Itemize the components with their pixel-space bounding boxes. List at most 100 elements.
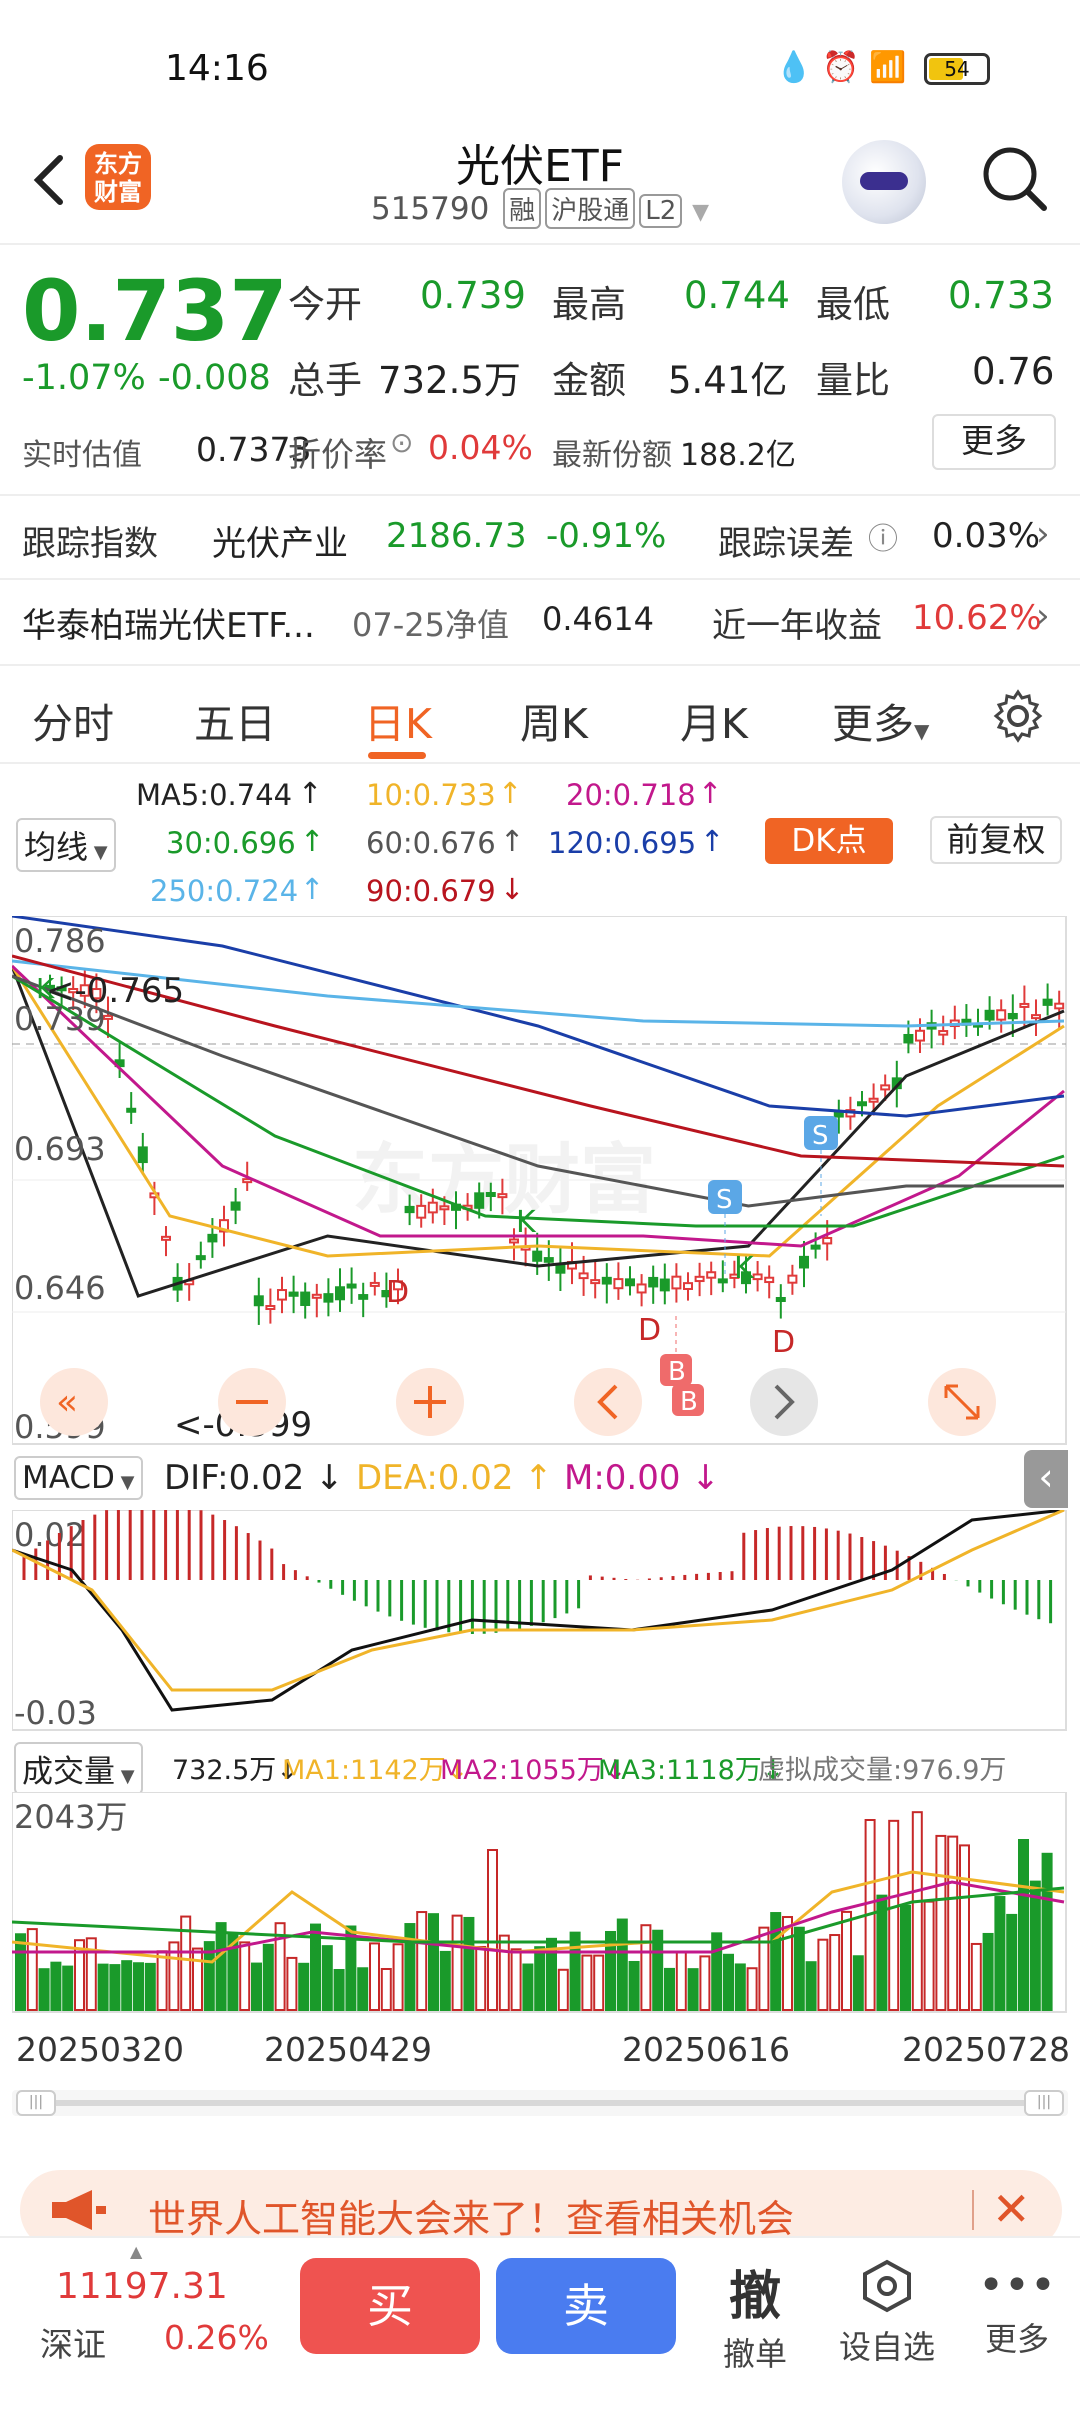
candle-body — [775, 1296, 786, 1302]
volume-label: 总手 — [288, 359, 362, 402]
cancel-icon: 撤 — [728, 2267, 781, 2327]
range-right-handle[interactable]: ||| — [1024, 2090, 1064, 2116]
candle-body — [427, 1201, 438, 1214]
caret-down-icon: ▼ — [914, 719, 930, 743]
ma10-value: 10:0.733 — [366, 778, 496, 812]
volume-bar — [475, 1945, 487, 2011]
fund-name[interactable]: 华泰柏瑞光伏ETF... — [22, 598, 315, 647]
chevron-right-icon[interactable]: › — [1036, 596, 1050, 636]
scroll-left-button[interactable] — [574, 1368, 642, 1436]
candle-body — [984, 1009, 995, 1021]
add-watchlist-button[interactable]: 设自选 — [832, 2258, 942, 2368]
ma-dropdown[interactable]: 均线 ▼ — [16, 818, 116, 872]
tag-margin: 融 — [503, 188, 542, 229]
volume-bar — [581, 1954, 593, 2011]
volume-bar — [1041, 1852, 1053, 2011]
chevron-down-icon[interactable]: ▼ — [692, 200, 709, 225]
tab-weekly-k[interactable]: 周K — [520, 690, 588, 750]
volume-bar — [687, 1968, 699, 2011]
signal-s: S — [812, 1121, 829, 1151]
more-button[interactable]: 更多 — [932, 414, 1056, 470]
sell-button[interactable]: 卖 — [496, 2258, 676, 2354]
caret-down-icon: ▼ — [88, 842, 108, 863]
tab-five-day[interactable]: 五日 — [194, 690, 276, 750]
volume-chart[interactable]: 2043万 — [12, 1792, 1068, 2014]
tab-more[interactable]: 更多▼ — [832, 690, 929, 750]
candle-body — [613, 1278, 624, 1290]
tab-intraday[interactable]: 分时 — [32, 690, 114, 750]
candle-body — [601, 1276, 612, 1285]
candle-body — [764, 1276, 775, 1284]
candle-body — [265, 1305, 276, 1311]
assistant-robot-icon[interactable] — [842, 140, 926, 224]
macd-chart[interactable]: 0.02 -0.03 — [12, 1510, 1068, 1732]
tab-daily-k[interactable]: 日K — [364, 690, 432, 750]
last-price: 0.737 — [22, 262, 288, 360]
buy-button[interactable]: 买 — [300, 2258, 480, 2354]
index-value[interactable]: 11197.31 — [56, 2266, 228, 2307]
candle-body — [323, 1293, 334, 1303]
up-arrow-icon: ↑ — [300, 824, 325, 858]
volume-bar — [1006, 1913, 1018, 2011]
range-slider-track[interactable]: ||| ||| — [12, 2090, 1068, 2116]
candle-body — [369, 1281, 380, 1287]
volume-bar — [569, 1931, 581, 2011]
range-left-handle[interactable]: ||| — [16, 2090, 56, 2116]
volume-bar — [404, 1923, 416, 2011]
macd-dea-value: DEA:0.02 — [356, 1458, 514, 1498]
volume-bar — [805, 1961, 817, 2011]
shares-value: 188.2亿 — [680, 438, 796, 473]
volume-bar — [947, 1835, 959, 2011]
kline-chart[interactable]: 东方财富 0.786 0.739 0.693 0.646 0.599 <-0.7… — [12, 916, 1068, 1446]
cancel-order-button[interactable]: 撤 撤单 — [720, 2254, 790, 2375]
candle-body — [938, 1030, 949, 1036]
adjust-button[interactable]: 前复权 — [930, 816, 1062, 864]
volume-bar — [439, 1950, 451, 2011]
volume-dropdown[interactable]: 成交量 ▼ — [14, 1742, 143, 1795]
candle-body — [752, 1273, 763, 1281]
volume-bar — [357, 1967, 369, 2012]
shares-label: 最新份额 — [552, 438, 672, 473]
candle-body — [207, 1233, 218, 1243]
help-icon[interactable]: ⓘ — [868, 514, 898, 558]
scroll-right-button[interactable] — [750, 1368, 818, 1436]
date-label: 20250728 — [902, 2030, 1070, 2069]
volume-bar — [192, 1947, 203, 2011]
signal-k: K — [516, 1205, 537, 1240]
volume-bar — [15, 1933, 26, 2011]
chevron-right-icon[interactable]: › — [1036, 514, 1050, 554]
open-value: 0.739 — [420, 274, 526, 317]
candle-body — [787, 1274, 798, 1284]
more-actions-button[interactable]: ••• 更多 — [972, 2258, 1062, 2360]
volume-bar — [959, 1844, 970, 2011]
up-arrow-icon: ↑ — [698, 776, 723, 810]
signal-b: B — [668, 1357, 686, 1387]
volume-bar — [26, 1928, 38, 2012]
candle-body — [346, 1283, 357, 1289]
gear-icon[interactable] — [990, 688, 1046, 744]
info-icon[interactable]: ⊙ — [390, 426, 413, 459]
chart-tabs: 分时 五日 日K 周K 月K 更多▼ — [0, 664, 1080, 764]
candle-body — [439, 1205, 450, 1211]
candle-body — [625, 1278, 635, 1287]
volume-bar — [380, 1967, 392, 2011]
volume-ma1-value: MA1:1142万 — [282, 1755, 446, 1786]
candle-body — [683, 1282, 693, 1290]
search-icon[interactable] — [978, 142, 1050, 214]
macd-y-bottom: -0.03 — [14, 1694, 97, 1732]
macd-dropdown-label: MACD — [22, 1460, 115, 1496]
caret-up-icon[interactable]: ▲ — [130, 2242, 142, 2261]
macd-dropdown[interactable]: MACD ▼ — [14, 1456, 143, 1500]
up-arrow-icon: ↑ — [524, 1458, 553, 1498]
volume-bar — [251, 1962, 262, 2011]
tracking-index-name[interactable]: 光伏产业 — [212, 516, 348, 565]
volume-ma3-value: MA3:1118万 — [598, 1755, 762, 1786]
volume-bar — [734, 1963, 746, 2011]
dk-point-button[interactable]: DK点 — [765, 818, 893, 864]
header: 东方财富 光伏ETF 515790 融沪股通 L2 ▼ — [0, 130, 1080, 245]
candle-body — [555, 1263, 566, 1274]
tab-monthly-k[interactable]: 月K — [680, 690, 748, 750]
volume-bar — [935, 1834, 947, 2012]
collapse-panel-icon[interactable]: ‹ — [1024, 1450, 1068, 1508]
close-icon[interactable]: ✕ — [992, 2182, 1031, 2236]
